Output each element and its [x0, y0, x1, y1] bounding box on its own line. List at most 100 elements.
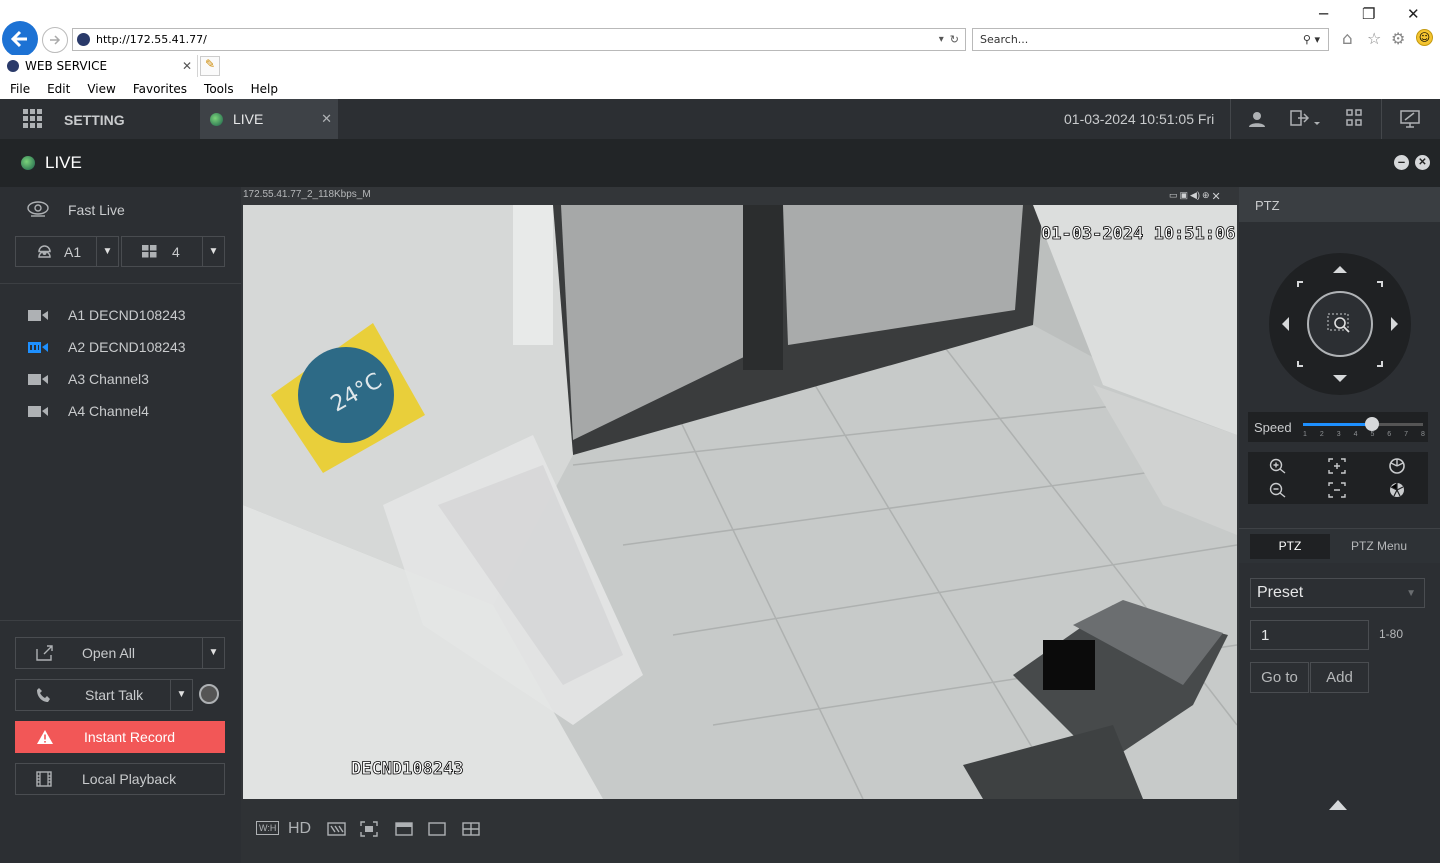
- logout-icon[interactable]: [1290, 110, 1322, 128]
- layout-select[interactable]: 4 ▼: [121, 236, 225, 267]
- new-tab-icon[interactable]: ✎: [200, 56, 220, 76]
- search-icon[interactable]: ⚲ ▾: [1303, 33, 1320, 46]
- channel-label: A2 DECND108243: [68, 339, 186, 355]
- menu-file[interactable]: File: [10, 82, 30, 96]
- camera-scene-image: 24°C 01-03-2024 10:51:06 DECND108243: [243, 205, 1237, 799]
- speed-label: Speed: [1254, 420, 1292, 435]
- collapse-up-icon[interactable]: [1329, 800, 1347, 810]
- site-icon: [77, 33, 90, 46]
- preset-select[interactable]: Preset ▼: [1250, 578, 1425, 608]
- camera-icon: [28, 373, 48, 385]
- speed-tick: 7: [1404, 431, 1409, 438]
- speed-tick: 3: [1336, 431, 1341, 438]
- menu-view[interactable]: View: [87, 82, 115, 96]
- start-talk-button[interactable]: Start Talk ▼: [15, 679, 193, 711]
- header-datetime: 01-03-2024 10:51:05 Fri: [1064, 111, 1215, 127]
- dropdown-icon[interactable]: ▾: [939, 34, 944, 45]
- monitor-icon[interactable]: [1400, 109, 1420, 129]
- user-icon[interactable]: [1248, 110, 1266, 128]
- forward-button[interactable]: [42, 27, 68, 53]
- instant-record-button[interactable]: Instant Record: [15, 721, 225, 753]
- minimize-panel-icon[interactable]: –: [1394, 155, 1409, 170]
- focus-near-icon[interactable]: [1328, 458, 1346, 474]
- focus-far-icon[interactable]: [1328, 482, 1346, 498]
- ptz-direction-pad: [1269, 253, 1411, 395]
- live-globe-icon: [210, 112, 223, 126]
- divider: [0, 620, 241, 621]
- channel-item-a2[interactable]: A2 DECND108243: [0, 331, 241, 363]
- ptz-left-arrow-icon: [1282, 317, 1289, 331]
- back-arrow-icon: [10, 30, 27, 48]
- add-preset-button[interactable]: Add: [1310, 662, 1369, 693]
- ptz-up-arrow-icon: [1333, 266, 1347, 273]
- home-icon[interactable]: ⌂: [1342, 29, 1353, 49]
- preset-number-input[interactable]: 1: [1250, 620, 1369, 650]
- ptz-tab-bar: PTZ PTZ Menu: [1239, 528, 1440, 563]
- ptz-up-left-arrow-icon: [1297, 281, 1303, 287]
- layout-select-value: 4: [172, 243, 180, 260]
- menu-edit[interactable]: Edit: [47, 82, 70, 96]
- minimize-icon[interactable]: ─: [1319, 5, 1328, 23]
- tab-close-icon[interactable]: ✕: [182, 59, 192, 73]
- channel-item-a3[interactable]: A3 Channel3: [0, 363, 241, 395]
- chevron-down-icon[interactable]: ▼: [96, 237, 118, 266]
- qr-code-icon[interactable]: [1346, 109, 1362, 127]
- zoom-in-icon[interactable]: [1269, 458, 1287, 474]
- camera-icon: [28, 309, 48, 321]
- menu-tools[interactable]: Tools: [204, 82, 234, 96]
- fluency-icon[interactable]: [327, 822, 346, 836]
- audio-icon[interactable]: ◀): [1190, 190, 1200, 203]
- close-window-icon[interactable]: ✕: [1407, 5, 1420, 23]
- iris-close-icon[interactable]: [1388, 481, 1406, 499]
- tab-ptz[interactable]: PTZ: [1250, 534, 1330, 559]
- live-tab[interactable]: LIVE ✕: [200, 99, 338, 139]
- close-video-icon[interactable]: ✕: [1212, 190, 1221, 203]
- setting-nav[interactable]: SETTING: [64, 112, 125, 128]
- snapshot-icon[interactable]: ▭: [1169, 190, 1178, 203]
- osd-datetime: 01-03-2024 10:51:06: [1041, 224, 1235, 244]
- speed-slider-handle[interactable]: [1364, 417, 1379, 431]
- window-four-icon[interactable]: [462, 822, 480, 836]
- record-icon[interactable]: ▣: [1180, 190, 1189, 203]
- ptz-down-right-arrow-icon: [1377, 361, 1383, 367]
- menu-favorites[interactable]: Favorites: [133, 82, 187, 96]
- browser-chrome: http://172.55.41.77/ ▾ ↻ Search... ⚲ ▾ ─…: [0, 0, 1440, 99]
- tab-ptz-menu[interactable]: PTZ Menu: [1339, 534, 1419, 559]
- goto-preset-button[interactable]: Go to: [1250, 662, 1309, 693]
- stream-select[interactable]: A1 ▼: [15, 236, 119, 267]
- live-video-feed[interactable]: 24°C 01-03-2024 10:51:06 DECND108243: [243, 205, 1237, 799]
- window-one-icon[interactable]: [428, 822, 446, 836]
- talk-status-indicator[interactable]: [199, 684, 219, 704]
- back-button[interactable]: [2, 21, 38, 57]
- ptz-down-arrow-icon: [1333, 375, 1347, 382]
- local-playback-button[interactable]: Local Playback: [15, 763, 225, 795]
- live-tab-close-icon[interactable]: ✕: [321, 111, 332, 127]
- favorites-star-icon[interactable]: ☆: [1367, 29, 1381, 48]
- restore-icon[interactable]: ❐: [1362, 5, 1375, 23]
- close-panel-icon[interactable]: ✕: [1415, 155, 1430, 170]
- channel-item-a4[interactable]: A4 Channel4: [0, 395, 241, 427]
- chevron-down-icon[interactable]: ▼: [202, 237, 224, 266]
- menu-help[interactable]: Help: [251, 82, 278, 96]
- aspect-ratio-button[interactable]: W:H: [256, 821, 280, 835]
- camera-dome-icon: [38, 245, 51, 258]
- feedback-smiley-icon[interactable]: ☺: [1416, 29, 1433, 46]
- search-box[interactable]: Search... ⚲ ▾: [972, 28, 1329, 51]
- fullscreen-icon[interactable]: [360, 821, 378, 837]
- zoom-out-icon[interactable]: [1269, 482, 1287, 498]
- channel-label: A3 Channel3: [68, 371, 149, 387]
- settings-gear-icon[interactable]: ⚙: [1391, 29, 1405, 48]
- address-bar[interactable]: http://172.55.41.77/ ▾ ↻: [72, 28, 966, 51]
- refresh-icon[interactable]: ↻: [950, 33, 959, 46]
- open-all-button[interactable]: Open All ▼: [15, 637, 225, 669]
- channel-item-a1[interactable]: A1 DECND108243: [0, 299, 241, 331]
- ptz-arrows: [1282, 266, 1398, 382]
- chevron-down-icon[interactable]: ▼: [202, 638, 224, 668]
- chevron-down-icon[interactable]: ▼: [170, 680, 192, 710]
- zoom-icon[interactable]: ⊕: [1202, 190, 1210, 203]
- browser-tab[interactable]: WEB SERVICE ✕: [0, 55, 198, 77]
- iris-open-icon[interactable]: [1388, 457, 1406, 475]
- window-single-icon[interactable]: [395, 822, 413, 836]
- grid-menu-icon[interactable]: [23, 109, 43, 129]
- hd-button[interactable]: HD: [288, 820, 311, 838]
